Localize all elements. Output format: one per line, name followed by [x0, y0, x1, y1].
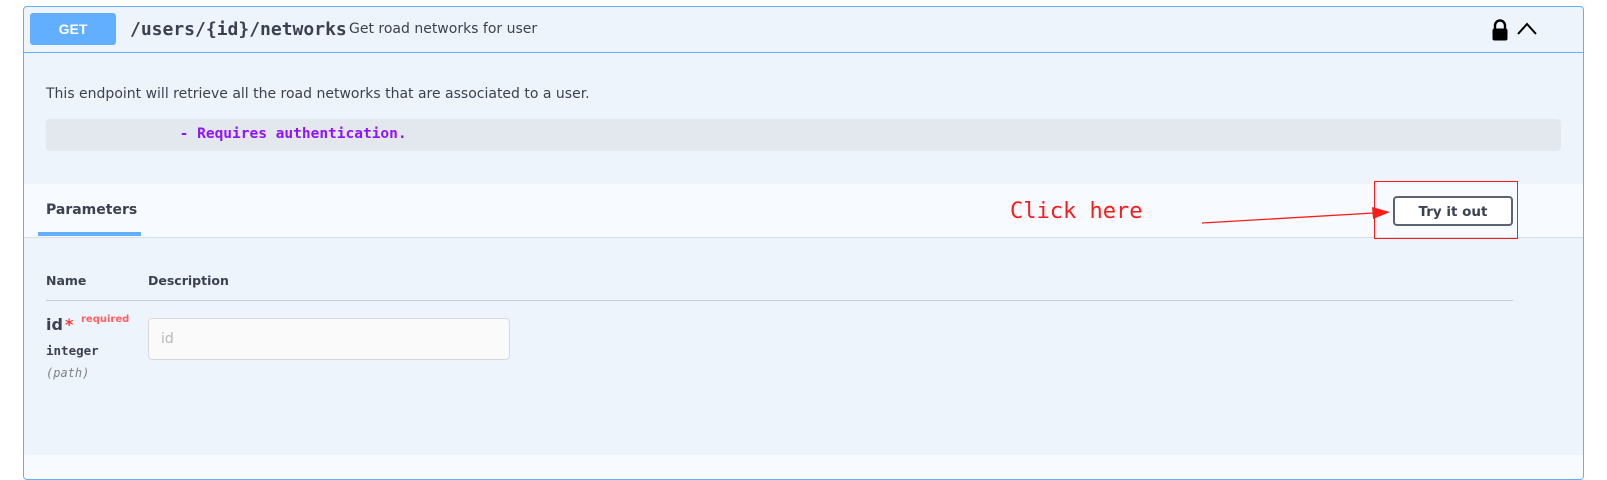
lock-icon[interactable] — [1491, 19, 1509, 41]
column-header-description: Description — [148, 273, 229, 288]
annotation-click-here: Click here — [1010, 199, 1143, 224]
operation-summary[interactable]: GET /users/{id}/networks Get road networ… — [24, 7, 1583, 53]
id-parameter-input[interactable] — [148, 318, 510, 360]
http-method-badge: GET — [30, 13, 116, 45]
parameter-type: integer — [46, 343, 99, 358]
column-header-name: Name — [46, 273, 87, 288]
auth-note: - Requires authentication. — [136, 126, 407, 142]
auth-code-block: - Requires authentication. — [46, 119, 1561, 151]
operation-summary-text: Get road networks for user — [349, 21, 538, 37]
operation-block: GET /users/{id}/networks Get road networ… — [23, 6, 1584, 480]
try-it-out-button[interactable]: Try it out — [1393, 196, 1513, 226]
responses-section-top — [24, 455, 1583, 479]
table-divider — [46, 300, 1513, 301]
tab-active-indicator — [38, 232, 141, 236]
chevron-up-icon[interactable] — [1516, 21, 1538, 37]
parameter-location: (path) — [46, 366, 90, 380]
operation-path: /users/{id}/networks — [130, 19, 347, 40]
tab-parameters[interactable]: Parameters — [46, 202, 137, 218]
required-star: * — [65, 315, 74, 334]
operation-description: This endpoint will retrieve all the road… — [46, 86, 590, 102]
parameter-name: id — [46, 315, 63, 334]
parameters-header: Parameters Click here Try it out — [24, 181, 1583, 239]
required-label: required — [81, 314, 130, 325]
annotation-arrow — [1201, 207, 1390, 224]
